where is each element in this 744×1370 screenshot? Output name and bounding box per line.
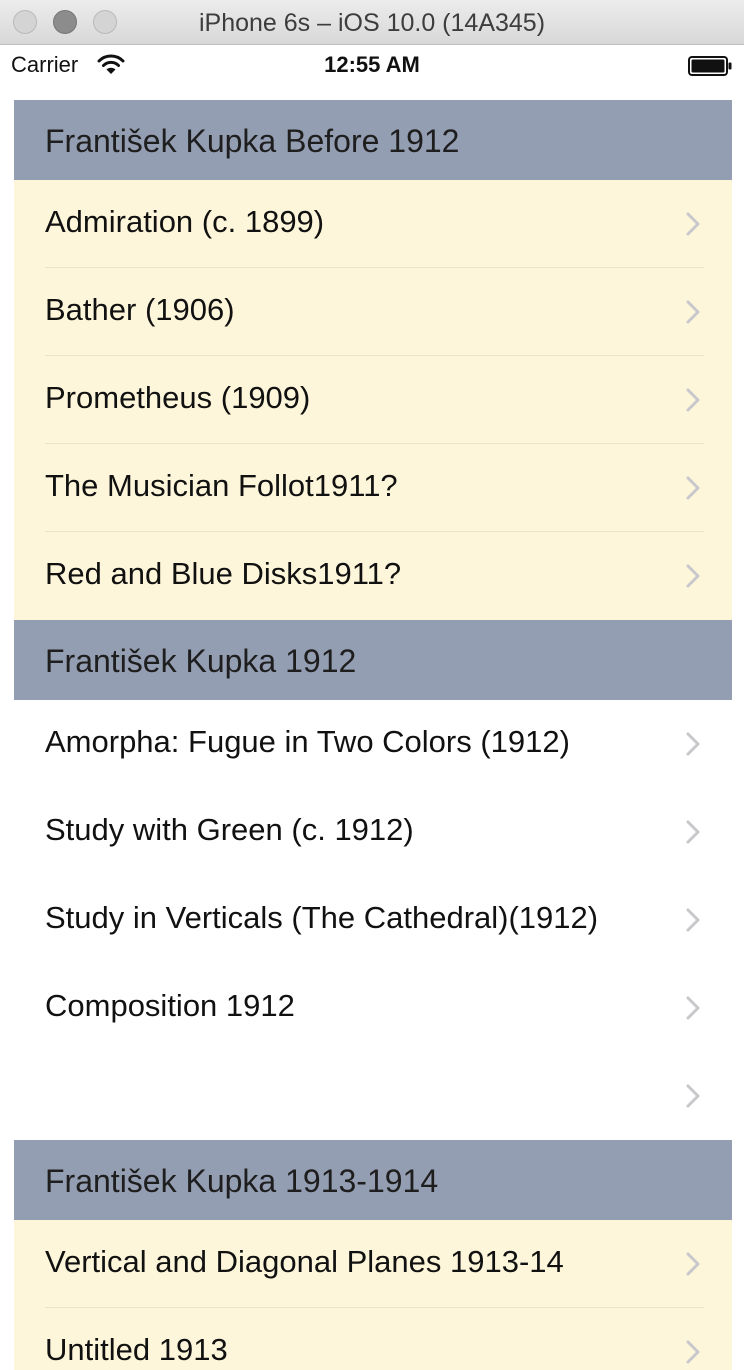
section-title: František Kupka 1912 (45, 643, 357, 679)
chevron-right-icon (686, 300, 700, 324)
chevron-right-icon (686, 908, 700, 932)
table-row[interactable]: Study with Green (c. 1912) (14, 788, 732, 876)
status-bar: Carrier 12:55 AM (0, 45, 744, 89)
table-row[interactable]: Prometheus (1909) (14, 356, 732, 444)
row-label: Untitled 1913 (45, 1332, 228, 1367)
simulator-titlebar: iPhone 6s – iOS 10.0 (14A345) (0, 0, 744, 45)
row-label: Red and Blue Disks1911? (45, 556, 402, 591)
table-row[interactable]: Composition 1912 (14, 964, 732, 1052)
section-header: František Kupka 1913-1914 (14, 1140, 732, 1220)
window-title: iPhone 6s – iOS 10.0 (14A345) (198, 9, 546, 37)
status-time: 12:55 AM (324, 52, 420, 77)
chevron-right-icon (686, 388, 700, 412)
table-row[interactable]: Bather (1906) (14, 268, 732, 356)
table-row[interactable]: Red and Blue Disks1911? (14, 532, 732, 620)
table-row[interactable] (14, 1052, 732, 1140)
row-label: Composition 1912 (45, 988, 295, 1023)
section-header: František Kupka 1912 (14, 620, 732, 700)
row-label: Study in Verticals (The Cathedral)(1912) (45, 900, 599, 935)
row-label: Amorpha: Fugue in Two Colors (1912) (45, 724, 570, 759)
row-label: Admiration (c. 1899) (45, 204, 325, 239)
row-label: The Musician Follot1911? (45, 468, 398, 503)
section-title: František Kupka 1913-1914 (45, 1163, 439, 1199)
section-header: František Kupka Before 1912 (14, 100, 732, 180)
battery-icon (688, 56, 732, 76)
row-label: Study with Green (c. 1912) (45, 812, 414, 847)
chevron-right-icon (686, 1252, 700, 1276)
chevron-right-icon (686, 820, 700, 844)
chevron-right-icon (686, 1084, 700, 1108)
paintings-table[interactable]: František Kupka Before 1912 Admiration (c… (14, 100, 732, 1370)
row-label: Prometheus (1909) (45, 380, 311, 415)
table-row[interactable]: The Musician Follot1911? (14, 444, 732, 532)
chevron-right-icon (686, 732, 700, 756)
table-row[interactable]: Study in Verticals (The Cathedral)(1912) (14, 876, 732, 964)
row-label: Vertical and Diagonal Planes 1913-14 (45, 1244, 564, 1279)
table-row[interactable]: Amorpha: Fugue in Two Colors (1912) (14, 700, 732, 788)
table-row[interactable]: Untitled 1913 (14, 1308, 732, 1370)
table-row[interactable]: Vertical and Diagonal Planes 1913-14 (14, 1220, 732, 1308)
chevron-right-icon (686, 1340, 700, 1364)
section-title: František Kupka Before 1912 (45, 123, 460, 159)
chevron-right-icon (686, 476, 700, 500)
chevron-right-icon (686, 996, 700, 1020)
chevron-right-icon (686, 564, 700, 588)
row-label: Bather (1906) (45, 292, 235, 327)
chevron-right-icon (686, 212, 700, 236)
table-row[interactable]: Admiration (c. 1899) (14, 180, 732, 268)
